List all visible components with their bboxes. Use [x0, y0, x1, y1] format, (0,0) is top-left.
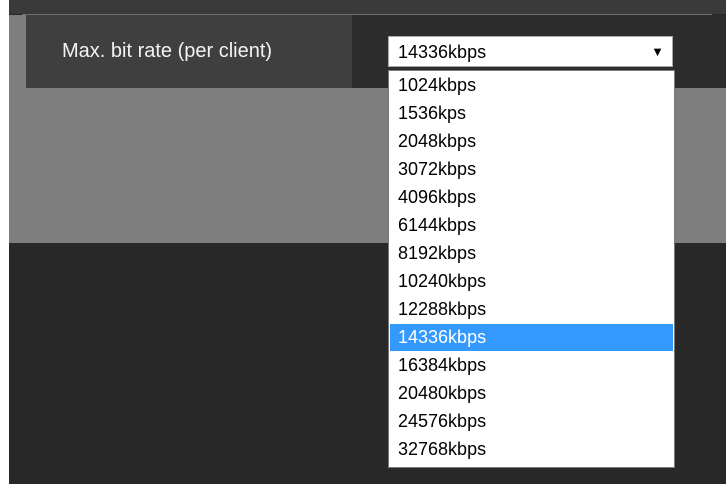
bit-rate-option[interactable]: 10240kbps — [390, 268, 673, 295]
dropdown-arrow-icon: ▼ — [651, 44, 664, 59]
max-bit-rate-label: Max. bit rate (per client) — [62, 40, 273, 62]
bit-rate-option-selected[interactable]: 14336kbps — [390, 324, 673, 351]
bit-rate-option[interactable]: 32768kbps — [390, 436, 673, 463]
bit-rate-option[interactable]: 12288kbps — [390, 296, 673, 323]
bit-rate-option[interactable]: 4096kbps — [390, 184, 673, 211]
settings-screen: Max. bit rate (per client) 14336kbps ▼ 1… — [0, 0, 726, 484]
left-edge-strip — [0, 0, 9, 484]
bit-rate-dropdown-list[interactable]: 1024kbps 1536kps 2048kbps 3072kbps 4096k… — [388, 70, 675, 468]
bit-rate-option[interactable]: 16384kbps — [390, 352, 673, 379]
bit-rate-option[interactable]: 20480kbps — [390, 380, 673, 407]
bit-rate-option[interactable]: 3072kbps — [390, 156, 673, 183]
top-strip — [9, 0, 726, 14]
bit-rate-select[interactable]: 14336kbps ▼ — [388, 36, 673, 67]
bit-rate-selected-value: 14336kbps — [398, 42, 487, 62]
bit-rate-option[interactable]: 1536kps — [390, 100, 673, 127]
bit-rate-option[interactable]: 8192kbps — [390, 240, 673, 267]
bit-rate-option[interactable]: 6144kbps — [390, 212, 673, 239]
bit-rate-option[interactable]: 1024kbps — [390, 72, 673, 99]
bit-rate-option[interactable]: 2048kbps — [390, 128, 673, 155]
bit-rate-option[interactable]: 24576kbps — [390, 408, 673, 435]
